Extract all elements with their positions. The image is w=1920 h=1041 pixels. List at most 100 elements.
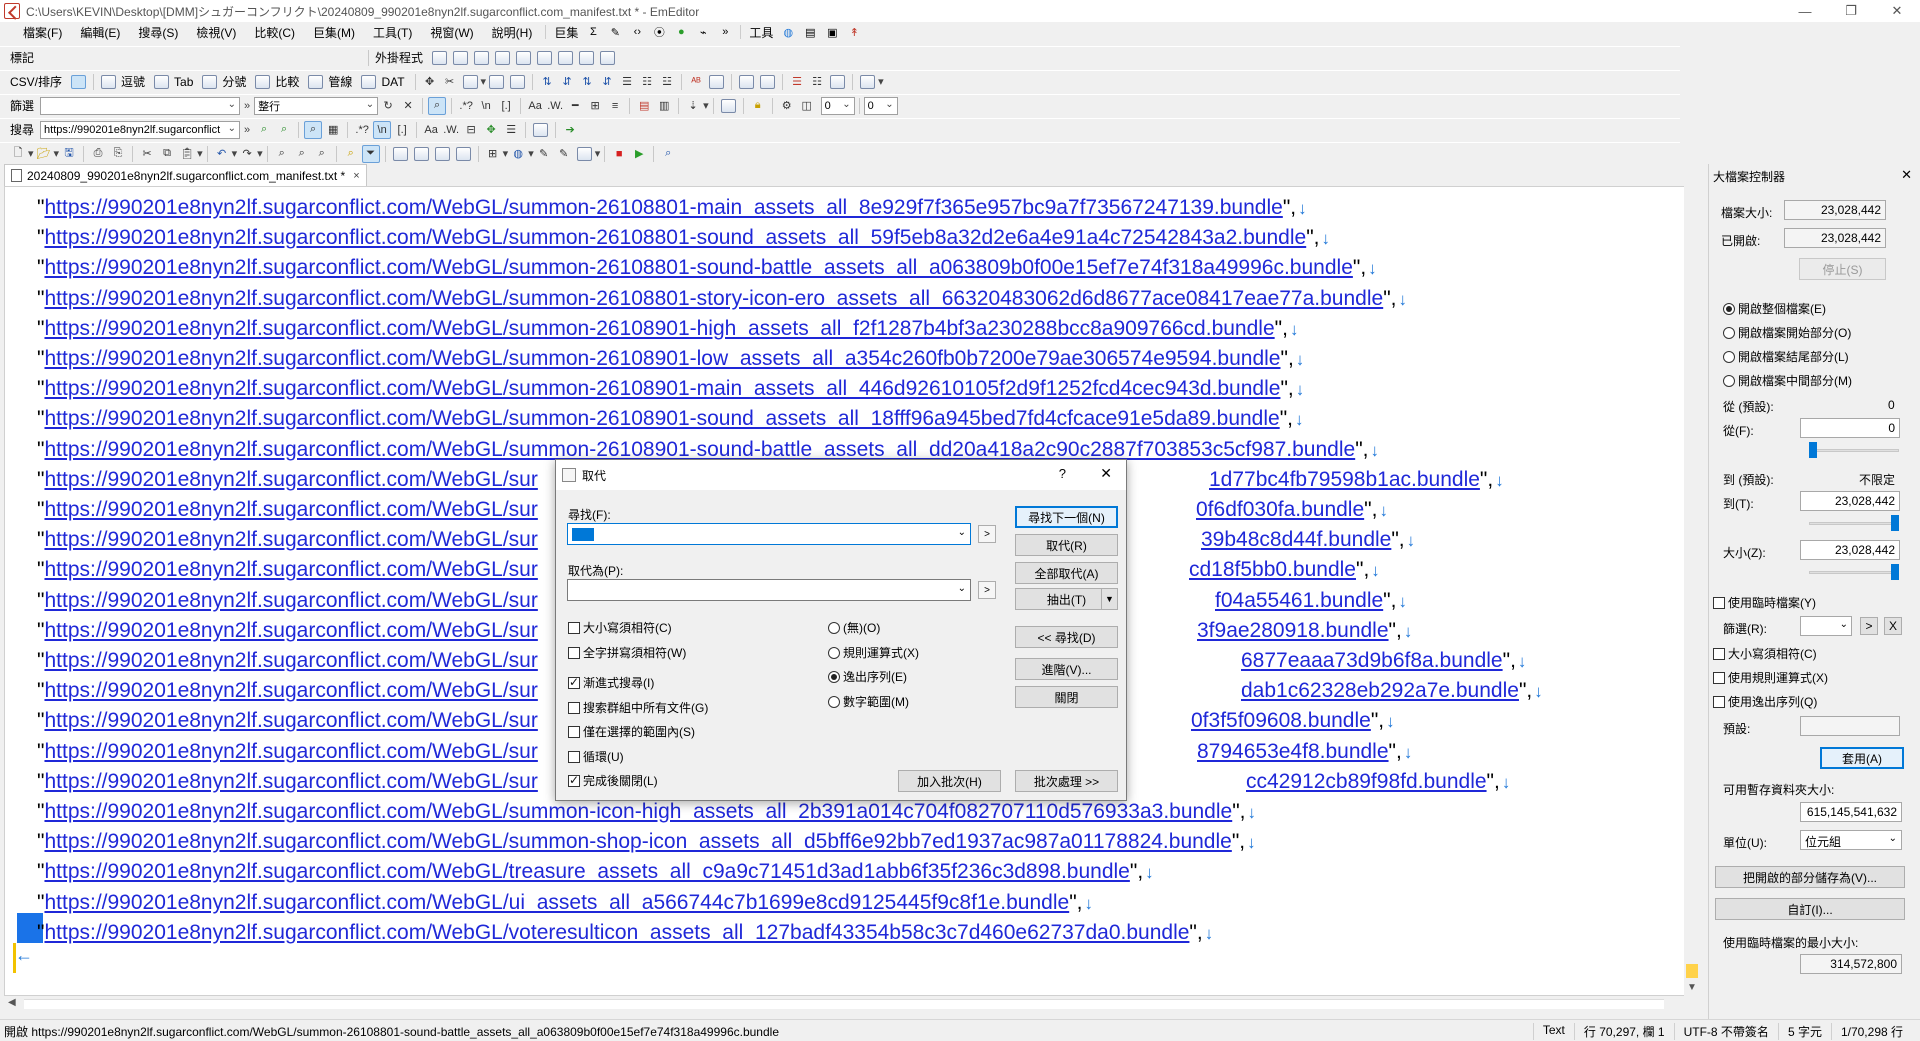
menu-view[interactable]: 檢視(V) [187, 24, 245, 41]
text-line-tail[interactable]: 39b48c8d44f.bundle", ↓ [1201, 525, 1415, 555]
url-link[interactable]: https://990201e8nyn2lf.sugarconflict.com… [44, 438, 1355, 461]
csv-semicolon-icon[interactable] [202, 74, 218, 89]
text-line[interactable]: "https://990201e8nyn2lf.sugarconflict.co… [37, 797, 1256, 827]
record-icon[interactable]: ⦿ [650, 24, 668, 40]
validate-icon[interactable] [709, 74, 725, 89]
sort-length-desc-icon[interactable]: ☷ [638, 73, 656, 91]
text-line[interactable]: "https://990201e8nyn2lf.sugarconflict.co… [37, 616, 538, 646]
match-case-icon[interactable]: Aa [526, 97, 544, 115]
outline-icon[interactable]: ⊞ [484, 145, 502, 163]
text-line[interactable]: "https://990201e8nyn2lf.sugarconflict.co… [37, 525, 538, 555]
window-tile-icon[interactable] [392, 146, 408, 161]
url-link-tail[interactable]: 0f6df030fa.bundle [1196, 498, 1364, 521]
url-link[interactable]: https://990201e8nyn2lf.sugarconflict.com… [44, 498, 537, 521]
before-lines-icon[interactable]: ⇣ [684, 97, 702, 115]
text-line[interactable]: "https://990201e8nyn2lf.sugarconflict.co… [37, 223, 1330, 253]
marker-toolbar-label[interactable]: 標記 [10, 49, 358, 66]
sort-num-icon[interactable]: ⇅ [578, 73, 596, 91]
replace-special-button[interactable]: > [978, 581, 996, 599]
search-regex-icon[interactable]: .*? [353, 121, 371, 139]
url-link[interactable]: https://990201e8nyn2lf.sugarconflict.com… [44, 226, 1306, 249]
wrap-around-checkbox[interactable]: 循環(U) [568, 748, 624, 765]
url-link[interactable]: https://990201e8nyn2lf.sugarconflict.com… [44, 860, 1129, 883]
minimize-button[interactable]: — [1782, 0, 1828, 22]
headers-icon[interactable] [489, 74, 505, 89]
apply-button[interactable]: 套用(A) [1820, 747, 1904, 769]
text-line-tail[interactable]: 1d77bc4fb79598b1ac.bundle", ↓ [1209, 465, 1504, 495]
stop-button[interactable]: 停止(S) [1799, 258, 1886, 280]
search-range-icon[interactable]: [.] [393, 121, 411, 139]
numeric-range-radio[interactable]: 數字範圍(M) [828, 693, 909, 710]
search-options-icon[interactable] [533, 122, 549, 137]
custom-button[interactable]: 自訂(I)... [1715, 898, 1905, 920]
match-case-checkbox[interactable]: 大小寫須相符(C) [568, 619, 672, 636]
column-select-icon[interactable] [462, 74, 478, 89]
menu-search[interactable]: 搜尋(S) [129, 24, 187, 41]
filter-history-icon[interactable]: ◫ [798, 97, 816, 115]
text-line-tail[interactable]: dab1c62328eb292a7e.bundle", ↓ [1241, 676, 1543, 706]
undo-icon[interactable]: ↶ [213, 145, 231, 163]
logical-icon[interactable]: ⊞ [586, 97, 604, 115]
url-link[interactable]: https://990201e8nyn2lf.sugarconflict.com… [44, 317, 1274, 340]
from-slider[interactable] [1809, 442, 1899, 460]
notepad-icon[interactable]: ▤ [801, 24, 819, 40]
save-opened-part-button[interactable]: 把開啟的部分儲存為(V)... [1715, 866, 1905, 888]
filter-mode-combo[interactable]: 整行 ⌄ [254, 96, 379, 115]
dropdown-arrow-icon[interactable]: ▾ [503, 147, 509, 160]
sort-za-icon[interactable]: ⇵ [558, 73, 576, 91]
delete-empty-icon[interactable]: ☷ [808, 73, 826, 91]
dropdown-arrow-icon[interactable]: ▾ [528, 147, 534, 160]
text-line-tail[interactable]: f04a55461.bundle", ↓ [1215, 586, 1407, 616]
text-line[interactable]: "https://990201e8nyn2lf.sugarconflict.co… [37, 314, 1298, 344]
more-icon[interactable]: » [244, 100, 250, 112]
csv-dat-label[interactable]: DAT [381, 75, 404, 89]
url-link[interactable]: https://990201e8nyn2lf.sugarconflict.com… [44, 770, 537, 793]
panel-match-case-checkbox[interactable]: 大小寫須相符(C) [1713, 645, 1817, 662]
plugin-spell-icon[interactable] [558, 50, 574, 65]
lock-icon[interactable]: 🔒︎ [749, 97, 767, 115]
panel-filter-combo[interactable]: ⌄ [1800, 616, 1852, 636]
sigma-icon[interactable]: Σ [584, 24, 602, 40]
to-field[interactable]: 23,028,442 [1800, 491, 1900, 511]
advanced-filter-icon[interactable]: ⌕ [428, 96, 447, 115]
highlight-icon[interactable]: ⌕ [304, 120, 323, 139]
document-tab[interactable]: 20240809_990201e8nyn2lf.sugarconflict.co… [4, 164, 367, 186]
open-file-icon[interactable]: 📂︎ [35, 145, 53, 163]
csv-compare-icon[interactable] [255, 74, 271, 89]
console-icon[interactable]: ▣ [823, 24, 841, 40]
freeze-icon[interactable] [510, 74, 526, 89]
plugin-list-icon[interactable] [474, 50, 490, 65]
stop-macro-icon[interactable]: ■ [610, 145, 628, 163]
large-file-icon[interactable]: ⌕ [659, 145, 677, 163]
dropdown-arrow-icon[interactable]: ▾ [28, 147, 34, 160]
print-icon[interactable]: ⎙ [89, 145, 107, 163]
plugin-snippets-icon[interactable] [516, 50, 532, 65]
dropdown-arrow-icon[interactable]: ▾ [703, 99, 709, 112]
csv-convert-icon[interactable] [830, 74, 846, 89]
plugins-toolbar-label[interactable]: 外掛程式 [375, 49, 423, 66]
scroll-down-icon[interactable]: ▼ [1687, 982, 1697, 993]
find-files-icon[interactable]: ⌕ [313, 145, 331, 163]
url-link[interactable]: https://990201e8nyn2lf.sugarconflict.com… [44, 649, 537, 672]
dropdown-arrow-icon[interactable]: ▾ [232, 147, 238, 160]
panel-escape-checkbox[interactable]: 使用逸出序列(Q) [1713, 693, 1817, 710]
url-link[interactable]: https://990201e8nyn2lf.sugarconflict.com… [44, 619, 537, 642]
text-line[interactable]: "https://990201e8nyn2lf.sugarconflict.co… [37, 344, 1304, 374]
window-sync-icon[interactable] [455, 146, 471, 161]
edit-macro-icon[interactable]: ✎ [606, 24, 624, 40]
text-line[interactable]: "https://990201e8nyn2lf.sugarconflict.co… [37, 918, 1213, 948]
dialog-close-button[interactable]: ✕ [1100, 465, 1112, 482]
in-selection-checkbox[interactable]: 僅在選擇的範圍內(S) [568, 723, 695, 740]
url-link[interactable]: https://990201e8nyn2lf.sugarconflict.com… [44, 256, 1352, 279]
unit-combo[interactable]: 位元組 ⌄ [1800, 830, 1902, 850]
window-split-icon[interactable] [434, 146, 450, 161]
text-line[interactable]: "https://990201e8nyn2lf.sugarconflict.co… [37, 465, 538, 495]
panel-filter-next-button[interactable]: > [1860, 617, 1878, 635]
csv-tab-icon[interactable] [154, 74, 170, 89]
text-line-tail[interactable]: 6877eaaa73d9b6f8a.bundle", ↓ [1241, 646, 1526, 676]
search-all-icon[interactable]: ⊟ [462, 121, 480, 139]
csv-none-icon[interactable] [71, 74, 87, 89]
preset-field[interactable] [1800, 716, 1900, 736]
use-temp-file-checkbox[interactable]: 使用臨時檔案(Y) [1713, 594, 1816, 611]
tools-toolbar-label[interactable]: 工具 [745, 24, 777, 41]
